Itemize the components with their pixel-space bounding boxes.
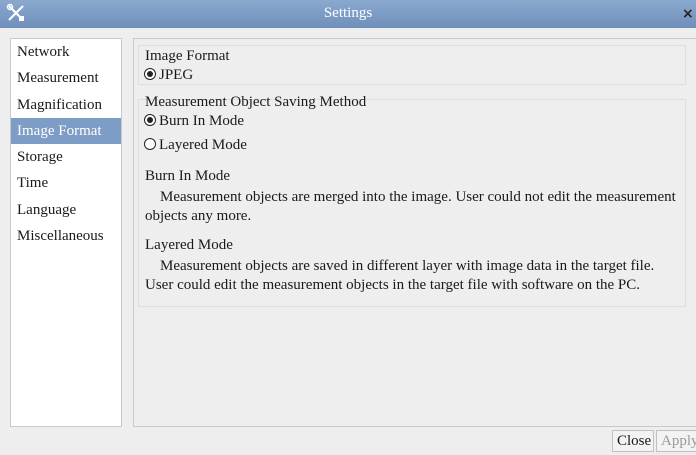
title-bar: Settings × xyxy=(0,0,696,28)
burn-in-radio-label: Burn In Mode xyxy=(159,113,244,129)
layered-radio-label: Layered Mode xyxy=(159,137,247,153)
settings-panel: Image Format JPEG Measurement Object Sav… xyxy=(133,38,696,427)
sidebar-item-image-format[interactable]: Image Format xyxy=(11,117,121,145)
close-button[interactable]: Close xyxy=(612,430,654,452)
close-icon[interactable]: × xyxy=(682,0,696,28)
burn-in-description: Measurement objects are merged into the … xyxy=(145,189,676,224)
sidebar-item-language[interactable]: Language xyxy=(11,197,121,223)
sidebar-item-miscellaneous[interactable]: Miscellaneous xyxy=(11,223,121,249)
saving-method-title: Measurement Object Saving Method xyxy=(145,94,367,110)
sidebar-item-network[interactable]: Network xyxy=(11,39,121,65)
burn-in-heading: Burn In Mode xyxy=(145,168,230,184)
window-title: Settings xyxy=(323,5,373,21)
jpeg-radio-label: JPEG xyxy=(159,67,194,83)
sidebar-item-time[interactable]: Time xyxy=(11,170,121,196)
layered-description: Measurement objects are saved in differe… xyxy=(145,258,655,293)
layered-heading: Layered Mode xyxy=(145,237,233,253)
radio-unselected-icon xyxy=(144,138,156,150)
sidebar-item-magnification[interactable]: Magnification xyxy=(11,92,121,118)
settings-nav: Network Measurement Magnification Image … xyxy=(10,38,122,427)
sidebar-item-measurement[interactable]: Measurement xyxy=(11,65,121,91)
image-format-title: Image Format xyxy=(145,48,230,64)
saving-method-group: Measurement Object Saving Method Burn In… xyxy=(138,94,686,307)
jpeg-radio[interactable]: JPEG xyxy=(144,67,193,84)
radio-selected-icon xyxy=(144,68,156,80)
radio-selected-icon xyxy=(144,114,156,126)
burn-in-radio[interactable]: Burn In Mode xyxy=(144,113,244,130)
image-format-group: Image Format JPEG xyxy=(138,45,686,85)
sidebar-item-storage[interactable]: Storage xyxy=(11,144,121,170)
layered-radio[interactable]: Layered Mode xyxy=(144,137,247,154)
apply-button[interactable]: Apply xyxy=(656,430,696,452)
